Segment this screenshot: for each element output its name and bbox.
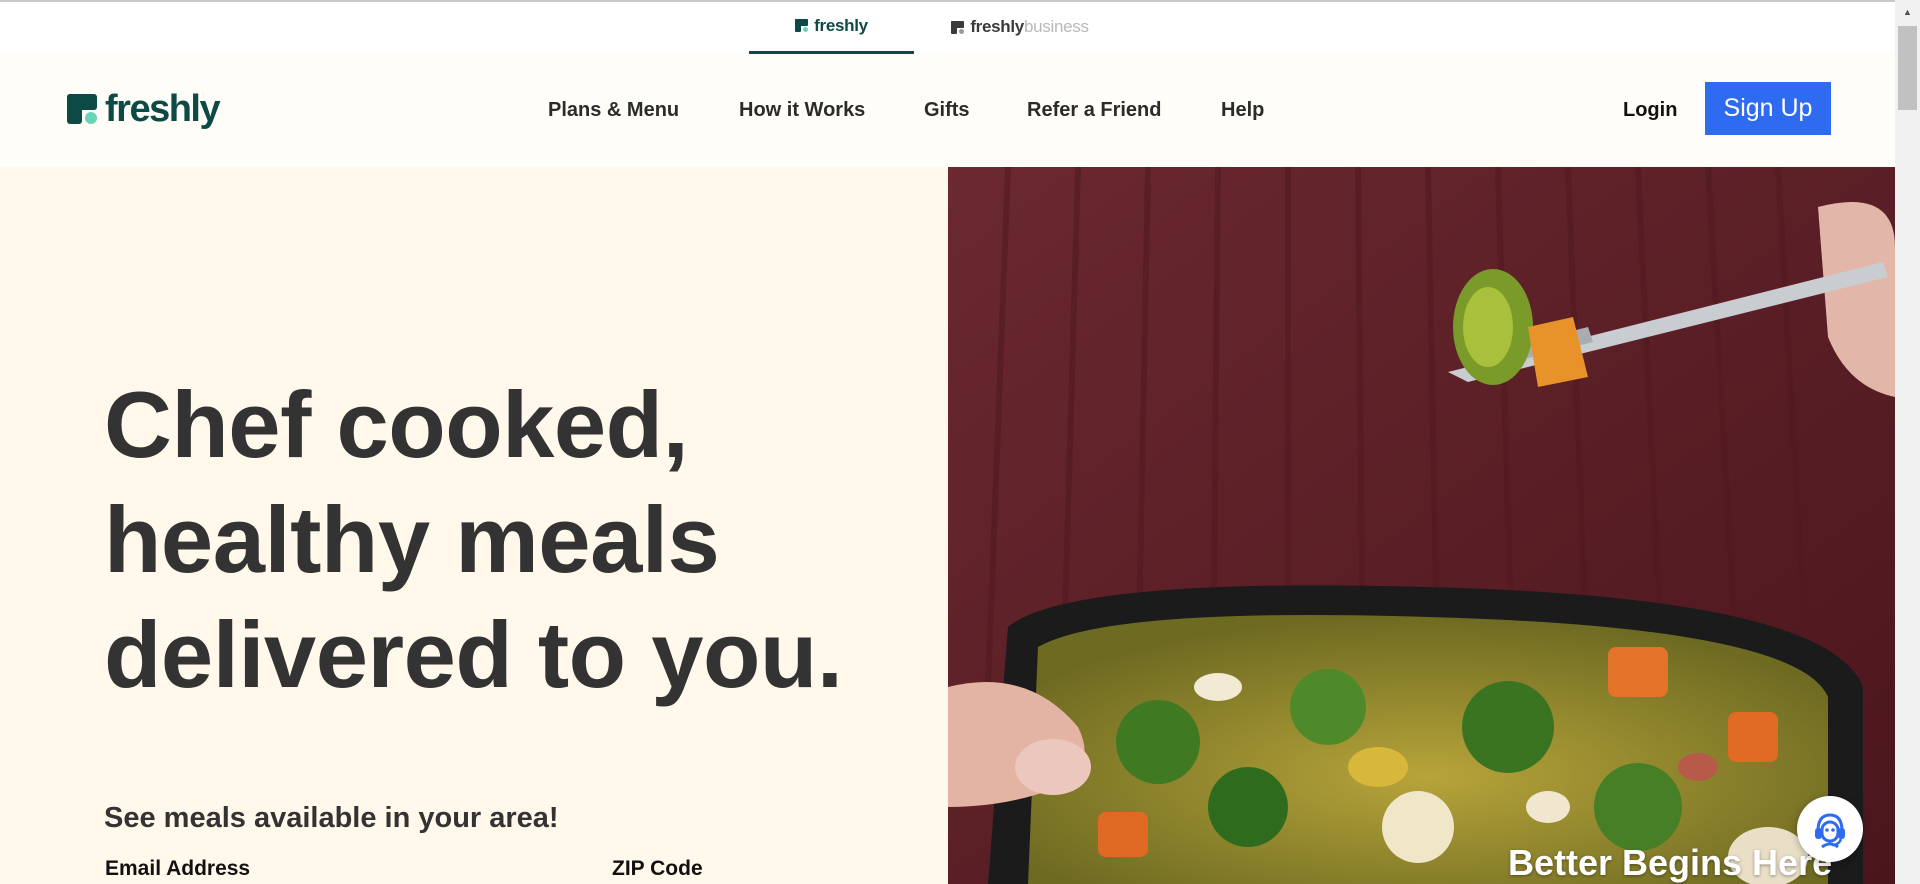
tab-business-brand: freshly bbox=[970, 17, 1024, 36]
nav-how-it-works[interactable]: How it Works bbox=[739, 99, 865, 122]
site-header: freshly Plans & Menu How it Works Gifts … bbox=[0, 54, 1895, 167]
hero-image bbox=[948, 167, 1895, 884]
tab-freshly-label: freshly bbox=[814, 15, 868, 35]
zip-label: ZIP Code bbox=[612, 857, 703, 880]
headline-line-1: Chef cooked, bbox=[104, 372, 689, 477]
window-top-border bbox=[0, 0, 1920, 2]
nav-gifts[interactable]: Gifts bbox=[924, 99, 970, 122]
image-tagline: Better Begins Here bbox=[1508, 842, 1833, 883]
hero-text-panel: Chef cooked, healthy meals delivered to … bbox=[0, 167, 948, 884]
freshly-business-logo-icon bbox=[951, 20, 965, 34]
signup-button[interactable]: Sign Up bbox=[1705, 82, 1831, 135]
scroll-up-arrow-icon[interactable]: ▲ bbox=[1895, 2, 1920, 22]
brand-switcher: freshly freshlybusiness bbox=[0, 0, 1895, 54]
headline-line-2: healthy meals bbox=[104, 487, 720, 592]
logo-text: freshly bbox=[105, 88, 221, 130]
nav-refer-a-friend[interactable]: Refer a Friend bbox=[1027, 99, 1161, 122]
chat-support-button[interactable] bbox=[1797, 796, 1863, 862]
hero-subhead: See meals available in your area! bbox=[104, 802, 559, 834]
login-link[interactable]: Login bbox=[1623, 99, 1677, 122]
tab-business-suffix: business bbox=[1023, 17, 1089, 36]
page: freshly freshlybusiness freshly Plans & … bbox=[0, 0, 1895, 884]
support-agent-icon bbox=[1815, 813, 1845, 849]
meal-bowl-illustration bbox=[948, 167, 1895, 884]
nav-plans-menu[interactable]: Plans & Menu bbox=[548, 99, 679, 122]
nav-help[interactable]: Help bbox=[1221, 99, 1264, 122]
tab-freshly-business[interactable]: freshlybusiness bbox=[935, 0, 1105, 54]
freshly-logo-icon bbox=[67, 94, 97, 124]
freshly-logo-icon bbox=[795, 19, 809, 32]
tab-freshly[interactable]: freshly bbox=[749, 0, 914, 54]
freshly-logo[interactable]: freshly bbox=[67, 88, 221, 130]
vertical-scrollbar[interactable] bbox=[1895, 0, 1920, 884]
headline-line-3: delivered to you. bbox=[104, 602, 843, 707]
email-label: Email Address bbox=[105, 857, 251, 880]
scrollbar-thumb[interactable] bbox=[1898, 26, 1917, 110]
hero-headline: Chef cooked, healthy meals delivered to … bbox=[104, 367, 924, 712]
